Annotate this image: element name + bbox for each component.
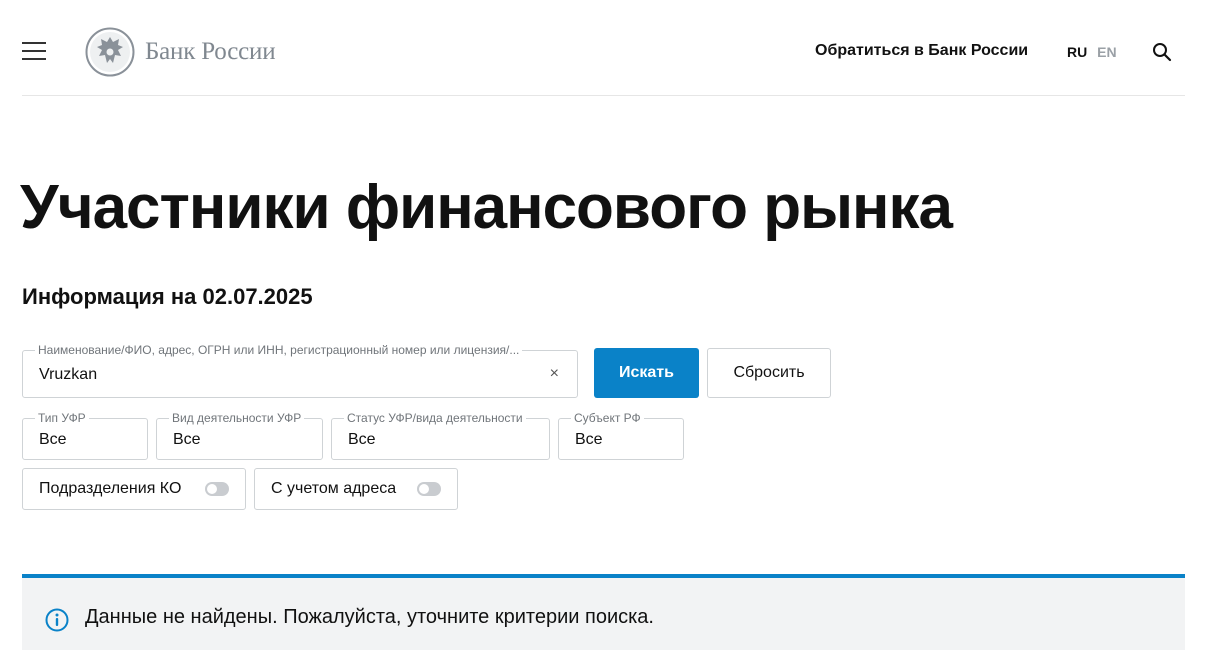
info-date: Информация на 02.07.2025 (22, 284, 313, 309)
bank-emblem-icon (85, 27, 135, 77)
filter-legend: Субъект РФ (571, 411, 644, 425)
search-field-legend: Наименование/ФИО, адрес, ОГРН или ИНН, р… (35, 343, 523, 357)
filter-legend: Тип УФР (35, 411, 89, 425)
logo-text: Банк России (145, 38, 276, 65)
filter-status[interactable]: Статус УФР/вида деятельности Все (331, 411, 550, 460)
close-icon[interactable]: × (550, 365, 559, 383)
lang-en[interactable]: EN (1097, 44, 1116, 60)
toggle-ko-branches[interactable]: Подразделения КО (22, 468, 246, 510)
site-header: Банк России Обратиться в Банк России RU … (22, 0, 1185, 96)
filter-value: Все (39, 431, 67, 448)
filter-legend: Статус УФР/вида деятельности (344, 411, 526, 425)
toggle-label: Подразделения КО (39, 480, 182, 497)
notice-message: Данные не найдены. Пожалуйста, уточните … (85, 606, 654, 628)
menu-icon[interactable] (22, 42, 46, 60)
language-switcher: RU EN (1067, 44, 1117, 60)
filter-ufr-type[interactable]: Тип УФР Все (22, 411, 148, 460)
filter-activity-type[interactable]: Вид деятельности УФР Все (156, 411, 323, 460)
toggle-switch[interactable] (417, 482, 441, 496)
filter-value: Все (575, 431, 603, 448)
toggle-with-address[interactable]: С учетом адреса (254, 468, 458, 510)
reset-button[interactable]: Сбросить (707, 348, 831, 398)
toggle-switch[interactable] (205, 482, 229, 496)
search-field[interactable]: Наименование/ФИО, адрес, ОГРН или ИНН, р… (22, 343, 578, 398)
toggle-label: С учетом адреса (271, 480, 397, 497)
search-input[interactable]: Vruzkan (39, 366, 97, 384)
site-logo[interactable]: Банк России (85, 27, 276, 77)
filter-legend: Вид деятельности УФР (169, 411, 305, 425)
filter-value: Все (348, 431, 376, 448)
contact-bank-link[interactable]: Обратиться в Банк России (815, 42, 1028, 60)
search-icon[interactable] (1152, 42, 1172, 62)
lang-ru[interactable]: RU (1067, 44, 1087, 60)
filter-value: Все (173, 431, 201, 448)
search-button[interactable]: Искать (594, 348, 699, 398)
info-icon (45, 608, 69, 632)
page-title: Участники финансового рынка (20, 173, 953, 242)
no-results-notice: Данные не найдены. Пожалуйста, уточните … (22, 574, 1185, 650)
filter-region[interactable]: Субъект РФ Все (558, 411, 684, 460)
